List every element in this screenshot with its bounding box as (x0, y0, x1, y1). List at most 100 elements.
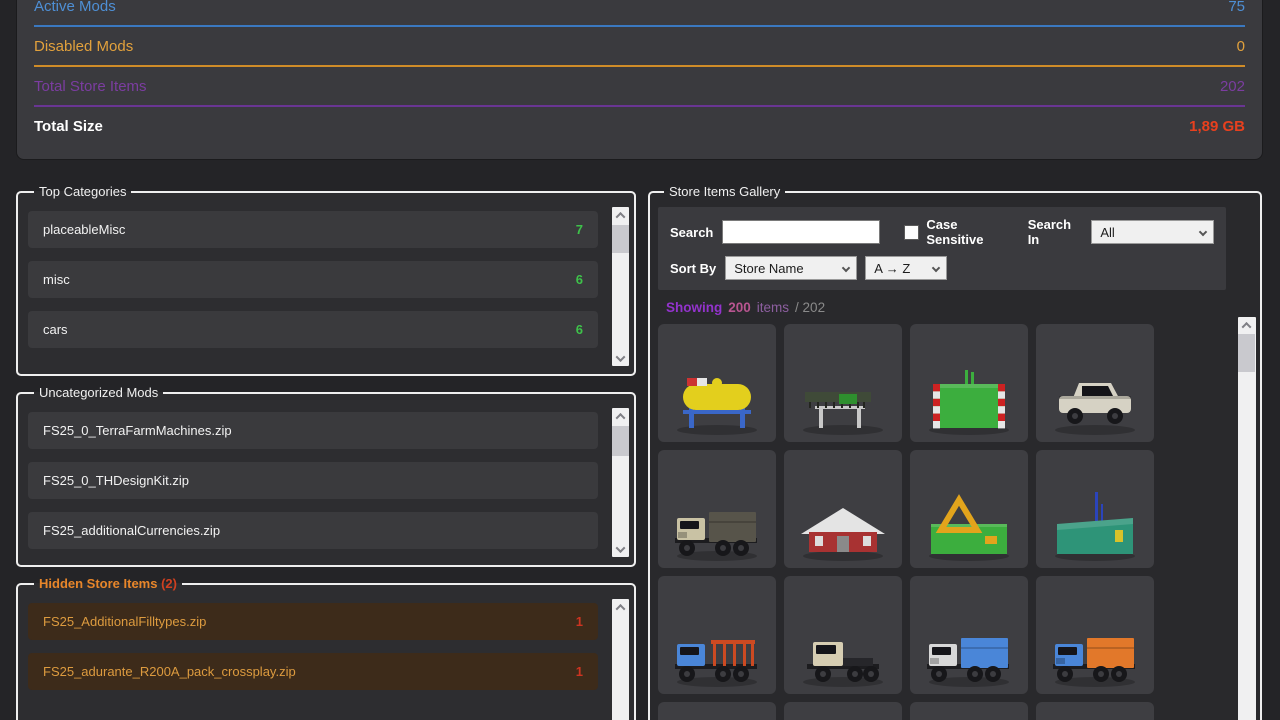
store-item-tile[interactable] (784, 450, 902, 568)
store-items-gallery-group: Store Items Gallery Search Case Sensitiv… (648, 184, 1262, 720)
store-item-tile[interactable] (658, 450, 776, 568)
list-item-name: FS25_additionalCurrencies.zip (43, 523, 220, 538)
showing-total: / 202 (795, 300, 825, 315)
list-item[interactable]: FS25_0_TerraFarmMachines.zip (28, 412, 598, 449)
store-item-thumbnail (919, 358, 1019, 438)
list-item[interactable]: cars6 (28, 311, 598, 348)
list-item-name: placeableMisc (43, 222, 125, 237)
store-item-tile[interactable] (910, 576, 1028, 694)
list-item-name: FS25_0_TerraFarmMachines.zip (43, 423, 232, 438)
search-in-dropdown[interactable]: All (1091, 220, 1214, 244)
scrollbar-thumb[interactable] (1238, 334, 1255, 372)
store-item-tile[interactable] (910, 324, 1028, 442)
gallery-toolbar: Search Case Sensitive Search In All Sort… (658, 207, 1226, 290)
scroll-up-icon[interactable] (612, 408, 629, 424)
scrollbar-thumb[interactable] (612, 426, 629, 456)
list-item-count: 6 (576, 272, 583, 287)
list-item[interactable]: FS25_AdditionalFilltypes.zip 1 (28, 603, 598, 640)
store-item-thumbnail (1045, 358, 1145, 438)
list-item-name: FS25_0_THDesignKit.zip (43, 473, 189, 488)
store-item-tile[interactable] (1036, 324, 1154, 442)
sort-by-value: Store Name (734, 261, 803, 276)
case-sensitive-label: Case Sensitive (926, 217, 1013, 247)
top-categories-group: Top Categories placeableMisc7misc6cars6 (16, 184, 636, 376)
hidden-scrollbar[interactable] (612, 599, 629, 720)
stats-value: 1,89 GB (1189, 118, 1245, 135)
search-input[interactable] (722, 220, 880, 244)
stats-value: 75 (1228, 0, 1245, 15)
store-item-tile[interactable] (910, 702, 1028, 720)
search-in-value: All (1100, 225, 1114, 240)
hidden-store-items-title: Hidden Store Items (39, 576, 157, 591)
stats-value: 202 (1220, 78, 1245, 95)
store-item-tile[interactable] (784, 576, 902, 694)
hidden-store-items-count: (2) (161, 576, 177, 591)
store-item-thumbnail (919, 610, 1019, 690)
stats-label: Total Store Items (34, 78, 147, 95)
uncategorized-mods-group: Uncategorized Mods FS25_0_TerraFarmMachi… (16, 385, 636, 567)
list-item-name: misc (43, 272, 70, 287)
chevron-down-icon (1199, 228, 1207, 236)
stats-label: Total Size (34, 118, 103, 135)
chevron-down-icon (842, 264, 850, 272)
scroll-up-icon[interactable] (612, 599, 629, 615)
stats-panel: Active Mods 75Disabled Mods 0Total Store… (16, 0, 1263, 160)
store-item-thumbnail (1045, 484, 1145, 564)
uncategorized-scrollbar[interactable] (612, 408, 629, 557)
search-in-label: Search In (1028, 217, 1084, 247)
case-sensitive-checkbox[interactable] (904, 225, 919, 240)
sort-order-dropdown[interactable]: A → Z (865, 256, 947, 280)
scrollbar-thumb[interactable] (612, 225, 629, 253)
gallery-status-bar: Showing 200 items / 202 (658, 292, 1252, 322)
list-item[interactable]: placeableMisc 7 (28, 211, 598, 248)
stats-row: Disabled Mods 0 (34, 27, 1245, 67)
scroll-down-icon[interactable] (612, 350, 629, 366)
store-item-tile[interactable] (784, 324, 902, 442)
store-item-thumbnail (1045, 610, 1145, 690)
store-item-tile[interactable] (1036, 450, 1154, 568)
stats-label: Active Mods (34, 0, 116, 15)
stats-label: Disabled Mods (34, 38, 133, 55)
hidden-store-items-group: Hidden Store Items (2) FS25_AdditionalFi… (16, 576, 636, 720)
store-item-tile[interactable] (1036, 702, 1154, 720)
store-item-thumbnail (667, 358, 767, 438)
showing-count: 200 (728, 300, 751, 315)
scroll-up-icon[interactable] (612, 207, 629, 223)
gallery-grid (658, 324, 1163, 720)
list-item-count: 1 (576, 664, 583, 679)
chevron-down-icon (932, 264, 940, 272)
list-item-count: 7 (576, 222, 583, 237)
sort-order-value: A → Z (874, 261, 910, 276)
store-items-gallery-title: Store Items Gallery (664, 184, 785, 199)
store-item-thumbnail (793, 484, 893, 564)
store-item-thumbnail (919, 484, 1019, 564)
list-item-count: 6 (576, 322, 583, 337)
list-item[interactable]: FS25_0_THDesignKit.zip (28, 462, 598, 499)
sort-by-dropdown[interactable]: Store Name (725, 256, 857, 280)
stats-value: 0 (1237, 38, 1245, 55)
list-item-count: 1 (576, 614, 583, 629)
store-item-tile[interactable] (658, 576, 776, 694)
store-item-thumbnail (667, 610, 767, 690)
store-item-tile[interactable] (910, 450, 1028, 568)
store-item-thumbnail (793, 358, 893, 438)
store-item-tile[interactable] (784, 702, 902, 720)
store-item-thumbnail (667, 484, 767, 564)
showing-items-word: items (757, 300, 789, 315)
list-item[interactable]: misc 6 (28, 261, 598, 298)
top-categories-title: Top Categories (34, 184, 131, 199)
store-item-tile[interactable] (658, 324, 776, 442)
list-item-name: FS25_AdditionalFilltypes.zip (43, 614, 206, 629)
store-item-tile[interactable] (658, 702, 776, 720)
scroll-up-icon[interactable] (1238, 317, 1255, 333)
gallery-scrollbar[interactable] (1238, 317, 1256, 720)
list-item[interactable]: FS25_additionalCurrencies.zip (28, 512, 598, 549)
search-label: Search (670, 225, 713, 240)
scroll-down-icon[interactable] (612, 541, 629, 557)
top-categories-scrollbar[interactable] (612, 207, 629, 366)
list-item[interactable]: FS25_adurante_R200A_pack_crossplay.zip1 (28, 653, 598, 690)
stats-row: Total Store Items 202 (34, 67, 1245, 107)
showing-label: Showing (666, 300, 722, 315)
uncategorized-mods-title: Uncategorized Mods (34, 385, 163, 400)
store-item-tile[interactable] (1036, 576, 1154, 694)
